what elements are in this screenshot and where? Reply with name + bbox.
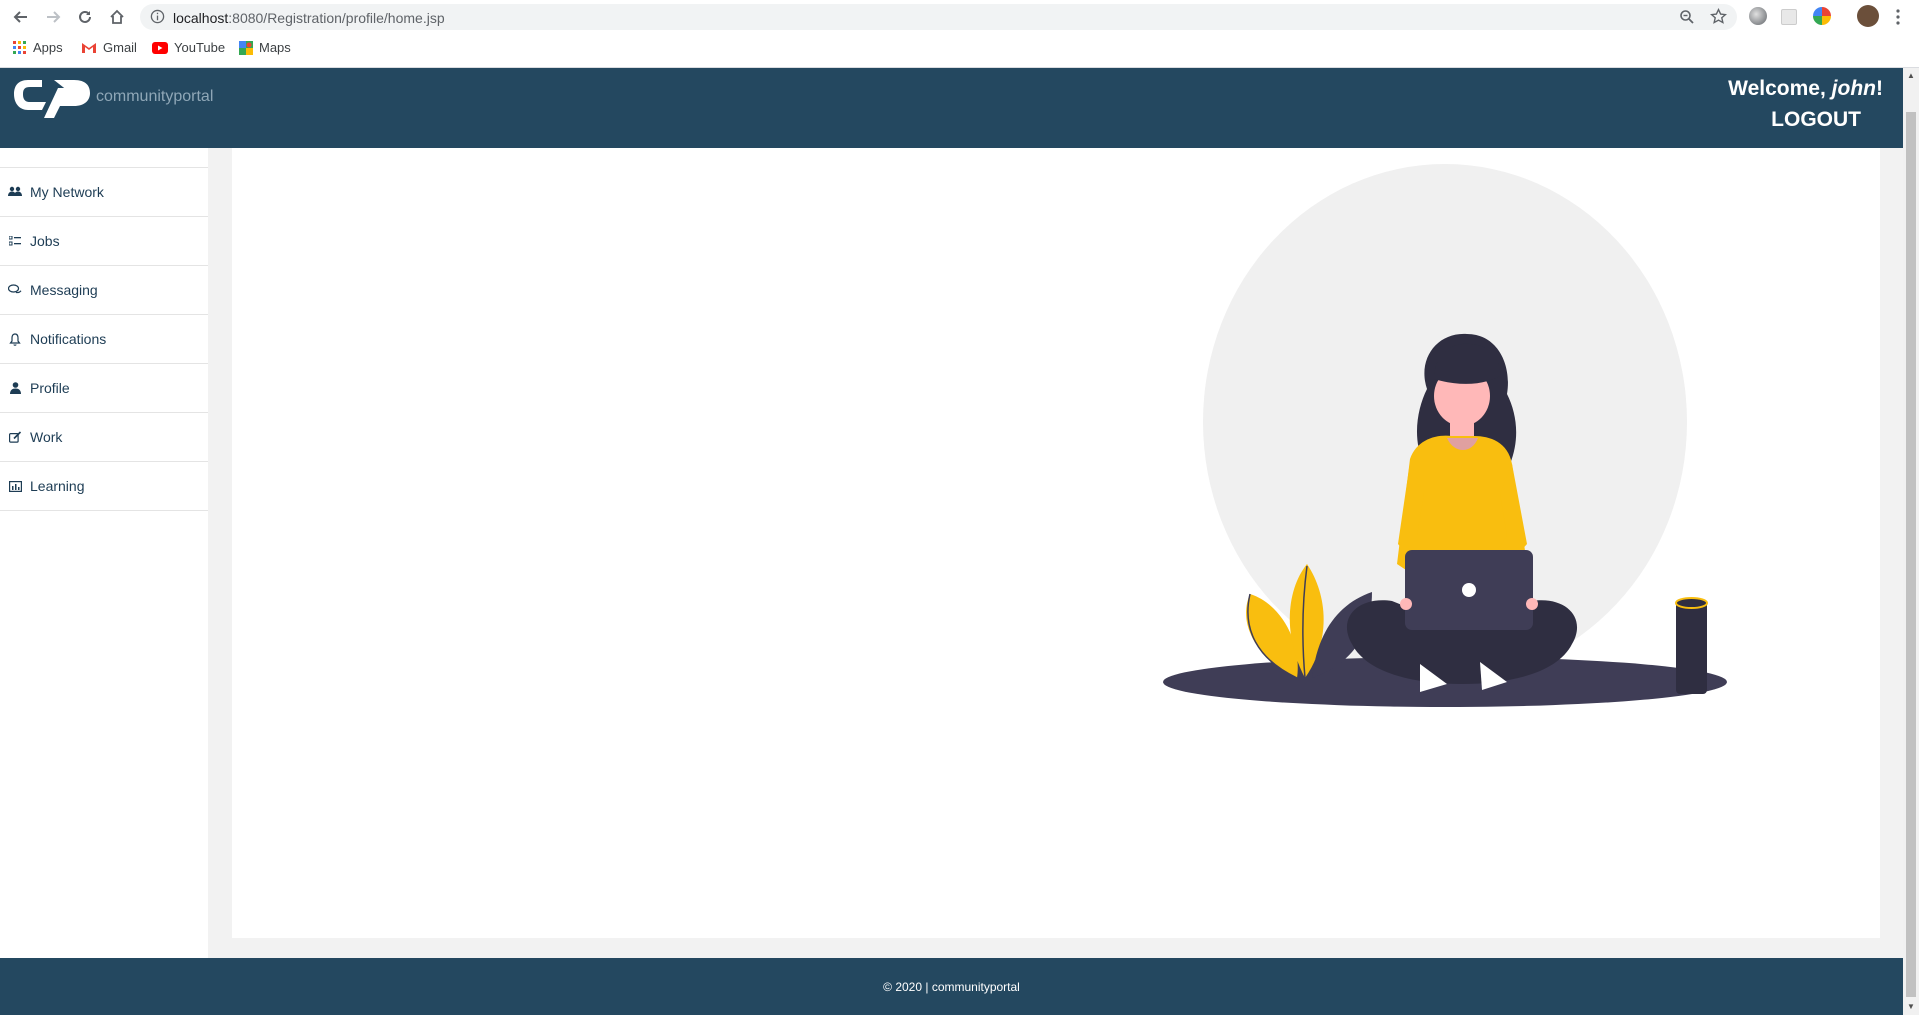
info-icon[interactable] — [150, 9, 165, 29]
woman-laptop-illustration — [1163, 164, 1727, 707]
url-text: localhost:8080/Registration/profile/home… — [173, 10, 445, 26]
sidebar-item-label: Jobs — [30, 233, 60, 249]
site-footer: © 2020 | communityportal — [0, 958, 1903, 1015]
main-content — [232, 148, 1880, 938]
back-icon[interactable] — [10, 6, 32, 28]
bookmarks-bar: Apps Gmail YouTube Maps — [0, 36, 1919, 62]
url-path: :8080/Registration/profile/home.jsp — [228, 10, 445, 26]
browser-chrome: localhost:8080/Registration/profile/home… — [0, 0, 1919, 68]
copyright-text: © 2020 | communityportal — [883, 979, 1020, 994]
url-host: localhost — [173, 10, 229, 26]
bookmark-maps[interactable]: Maps — [239, 40, 291, 55]
bookmark-apps[interactable]: Apps — [13, 40, 63, 55]
scroll-up-icon[interactable]: ▲ — [1906, 71, 1916, 81]
bell-icon — [8, 332, 22, 346]
sidebar-item-profile[interactable]: Profile — [0, 364, 208, 413]
bookmark-label: Apps — [33, 40, 63, 55]
apps-grid-icon — [13, 40, 26, 54]
list-icon — [8, 234, 22, 248]
sidebar: My Network Jobs Messaging Notifications … — [0, 148, 208, 958]
sidebar-item-label: Profile — [30, 380, 70, 396]
welcome-suffix: ! — [1876, 77, 1883, 100]
username: john — [1831, 77, 1876, 100]
sidebar-item-jobs[interactable]: Jobs — [0, 217, 208, 266]
youtube-icon — [152, 41, 168, 54]
cp-logo[interactable] — [12, 74, 92, 125]
gmail-icon — [82, 42, 96, 53]
sidebar-menu: My Network Jobs Messaging Notifications … — [0, 167, 208, 511]
zoom-icon[interactable] — [1679, 9, 1695, 30]
scrollbar-thumb[interactable] — [1906, 112, 1916, 997]
sidebar-item-label: Notifications — [30, 331, 107, 347]
reload-icon[interactable] — [74, 6, 96, 28]
bookmark-star-icon[interactable] — [1709, 7, 1728, 30]
chart-icon — [8, 479, 22, 493]
extension-icon[interactable] — [1781, 9, 1797, 25]
home-icon[interactable] — [106, 6, 128, 28]
site-header: communityportal Welcome, john! LOGOUT — [0, 68, 1903, 148]
sidebar-item-messaging[interactable]: Messaging — [0, 266, 208, 315]
user-icon — [8, 381, 22, 395]
address-bar[interactable]: localhost:8080/Registration/profile/home… — [140, 4, 1737, 30]
maps-icon — [239, 40, 253, 55]
sidebar-item-work[interactable]: Work — [0, 413, 208, 462]
sidebar-item-notifications[interactable]: Notifications — [0, 315, 208, 364]
menu-kebab-icon[interactable] — [1896, 9, 1900, 30]
sidebar-item-label: Work — [30, 429, 63, 445]
forward-icon[interactable] — [42, 6, 64, 28]
avatar[interactable] — [1857, 5, 1879, 27]
brand-name: communityportal — [96, 88, 214, 105]
users-icon — [8, 185, 22, 199]
sidebar-item-label: Learning — [30, 478, 85, 494]
bookmark-gmail[interactable]: Gmail — [81, 40, 137, 55]
sidebar-item-my-network[interactable]: My Network — [0, 168, 208, 217]
logout-button[interactable]: LOGOUT — [1771, 108, 1861, 132]
sidebar-item-label: Messaging — [30, 282, 98, 298]
bookmark-label: Maps — [259, 40, 291, 55]
bookmark-youtube[interactable]: YouTube — [152, 40, 225, 55]
edit-icon — [8, 430, 22, 444]
bookmark-label: YouTube — [174, 40, 226, 55]
comments-icon — [8, 283, 22, 297]
welcome-prefix: Welcome, — [1728, 77, 1826, 100]
welcome-message: Welcome, john! — [1728, 77, 1883, 101]
scroll-down-icon[interactable]: ▼ — [1906, 1002, 1916, 1012]
sidebar-item-learning[interactable]: Learning — [0, 462, 208, 511]
bookmark-label: Gmail — [103, 40, 137, 55]
sidebar-item-label: My Network — [30, 184, 104, 200]
color-extension-icon[interactable] — [1813, 7, 1831, 25]
extension-icon[interactable] — [1749, 7, 1767, 25]
